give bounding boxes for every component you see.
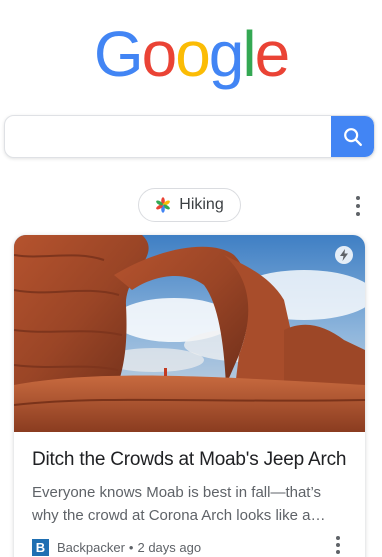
dot [356, 212, 360, 216]
article-age: 2 days ago [137, 539, 202, 555]
article-source: B Backpacker • 2 days ago [32, 537, 352, 557]
dot [336, 536, 340, 540]
dot [336, 543, 340, 547]
pinwheel-icon [156, 197, 171, 213]
logo-letter-l: l [242, 18, 256, 90]
article-snippet: Everyone knows Moab is best in fall—that… [32, 484, 326, 524]
search-input[interactable] [15, 116, 329, 157]
logo-letter-g2: g [208, 18, 245, 90]
search-button[interactable] [331, 116, 374, 157]
logo-letter-o1: o [141, 18, 178, 90]
article-image [14, 235, 365, 432]
google-logo: Google [0, 22, 382, 86]
publisher-name: Backpacker [57, 539, 125, 555]
dot [336, 550, 340, 554]
chip-label: Hiking [179, 196, 224, 213]
more-vert-icon[interactable] [334, 536, 342, 556]
more-vert-icon[interactable] [350, 194, 366, 218]
dot [356, 204, 360, 208]
publisher-logo: B [32, 538, 49, 556]
logo-letter-e: e [254, 18, 291, 90]
article-title[interactable]: Ditch the Crowds at Moab's Jeep Arch [32, 449, 362, 471]
google-discover-page: Google Hiking Ditch the Crowds at Moab's… [0, 0, 382, 557]
news-card[interactable]: Ditch the Crowds at Moab's Jeep Arch Eve… [14, 235, 365, 557]
topic-chip-hiking[interactable]: Hiking [138, 188, 241, 222]
search-box [4, 115, 375, 158]
logo-letter-o2: o [175, 18, 211, 90]
amp-lightning-icon [335, 246, 353, 264]
search-icon [343, 127, 362, 146]
dot [356, 196, 360, 200]
logo-letter-g1: G [93, 18, 144, 90]
meta-separator: • [128, 539, 134, 555]
